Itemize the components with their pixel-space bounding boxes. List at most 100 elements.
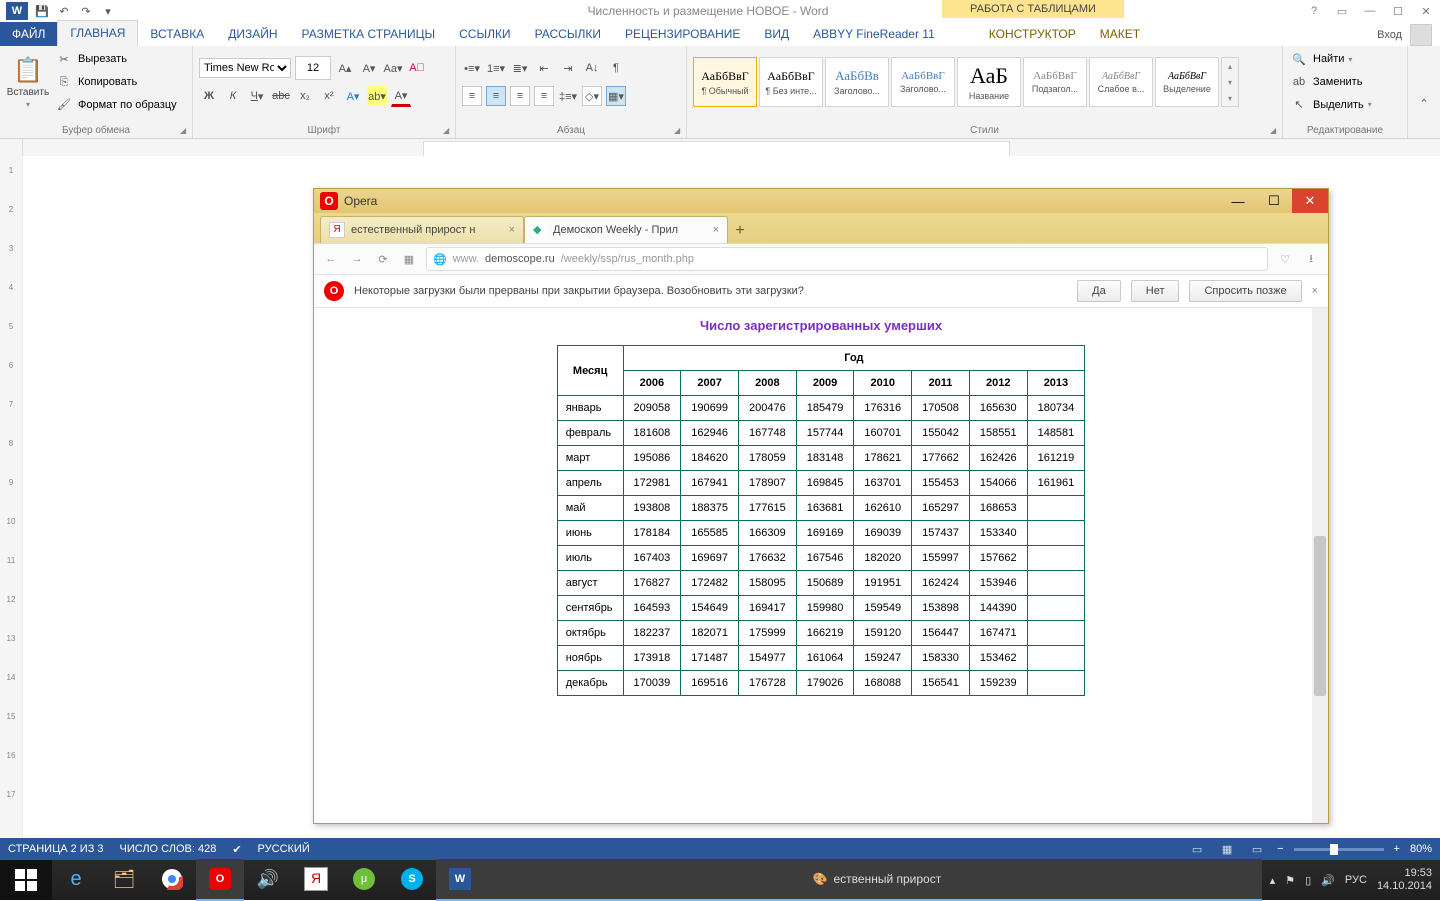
clipboard-launcher-icon[interactable]: ◢: [180, 126, 190, 136]
style-1[interactable]: АаБбВвГ¶ Без инте...: [759, 57, 823, 107]
qat-dropdown-icon[interactable]: ▾: [100, 3, 116, 19]
taskbar-yandex[interactable]: Я: [292, 859, 340, 901]
redo-icon[interactable]: ↷: [78, 3, 94, 19]
select-button[interactable]: ↖Выделить▾: [1289, 94, 1401, 115]
infobar-yes-button[interactable]: Да: [1077, 280, 1121, 302]
signin-label[interactable]: Вход: [1377, 29, 1402, 41]
tab-table-layout[interactable]: МАКЕТ: [1088, 22, 1152, 46]
bookmark-heart-icon[interactable]: ♡: [1276, 253, 1294, 266]
zoom-slider[interactable]: [1294, 848, 1384, 851]
borders-icon[interactable]: ▦▾: [606, 86, 626, 106]
bullets-icon[interactable]: •≡▾: [462, 58, 482, 78]
tray-clock[interactable]: 19:53 14.10.2014: [1377, 867, 1432, 893]
speed-dial-icon[interactable]: ▦: [400, 253, 418, 266]
styles-launcher-icon[interactable]: ◢: [1270, 126, 1280, 136]
taskbar-opera[interactable]: O: [196, 859, 244, 901]
scrollbar-thumb[interactable]: [1314, 536, 1326, 696]
format-painter-button[interactable]: 🖌Формат по образцу: [54, 94, 177, 115]
tab-page-layout[interactable]: РАЗМЕТКА СТРАНИЦЫ: [290, 22, 448, 46]
align-right-icon[interactable]: ≡: [510, 86, 530, 106]
subscript-icon[interactable]: x₂: [295, 86, 315, 106]
font-color-icon[interactable]: A▾: [391, 85, 411, 107]
tab-insert[interactable]: ВСТАВКА: [138, 22, 216, 46]
reload-icon[interactable]: ⟳: [374, 253, 392, 266]
tab-close-icon[interactable]: ×: [509, 224, 515, 236]
tab-close-icon[interactable]: ×: [713, 224, 719, 236]
find-button[interactable]: 🔍Найти▾: [1289, 49, 1401, 70]
style-0[interactable]: АаБбВвГ¶ Обычный: [693, 57, 757, 107]
style-5[interactable]: АаБбВвГПодзагол...: [1023, 57, 1087, 107]
view-read-icon[interactable]: ▭: [1187, 841, 1207, 857]
user-avatar-icon[interactable]: [1410, 24, 1432, 46]
numbering-icon[interactable]: 1≡▾: [486, 58, 506, 78]
tab-mailings[interactable]: РАССЫЛКИ: [523, 22, 613, 46]
forward-icon[interactable]: →: [348, 253, 366, 265]
replace-button[interactable]: abЗаменить: [1289, 72, 1401, 93]
highlight-icon[interactable]: ab▾: [367, 86, 387, 106]
tab-home[interactable]: ГЛАВНАЯ: [57, 20, 138, 46]
strike-icon[interactable]: abc: [271, 86, 291, 106]
taskbar-skype[interactable]: S: [388, 859, 436, 901]
opera-scrollbar[interactable]: [1312, 308, 1328, 823]
start-button[interactable]: [0, 860, 52, 900]
line-spacing-icon[interactable]: ‡≡▾: [558, 86, 578, 106]
taskbar-sound[interactable]: 🔊: [244, 859, 292, 901]
tray-lang[interactable]: РУС: [1345, 874, 1367, 886]
infobar-close-icon[interactable]: ×: [1312, 285, 1318, 297]
taskbar-explorer[interactable]: 🗂: [100, 859, 148, 901]
align-left-icon[interactable]: ≡: [462, 86, 482, 106]
zoom-level[interactable]: 80%: [1410, 843, 1432, 855]
tray-volume-icon[interactable]: 🔊: [1321, 874, 1335, 887]
clear-format-icon[interactable]: A⃠: [407, 58, 427, 78]
infobar-no-button[interactable]: Нет: [1131, 280, 1180, 302]
style-6[interactable]: АаБбВвГСлабое в...: [1089, 57, 1153, 107]
bold-icon[interactable]: Ж: [199, 86, 219, 106]
tab-table-design[interactable]: КОНСТРУКТОР: [977, 22, 1088, 46]
tray-network-icon[interactable]: ▯: [1305, 874, 1311, 887]
address-bar[interactable]: 🌐 www.demoscope.ru/weekly/ssp/rus_month.…: [426, 247, 1268, 271]
new-tab-button[interactable]: +: [728, 219, 752, 243]
help-icon[interactable]: ?: [1300, 1, 1328, 21]
save-icon[interactable]: 💾: [34, 3, 50, 19]
view-print-icon[interactable]: ▦: [1217, 841, 1237, 857]
taskbar-word[interactable]: W: [436, 859, 484, 901]
paste-button[interactable]: 📋 Вставить ▾: [6, 49, 50, 115]
opera-maximize-icon[interactable]: ☐: [1256, 189, 1292, 213]
grow-font-icon[interactable]: A▴: [335, 58, 355, 78]
opera-close-icon[interactable]: ✕: [1292, 189, 1328, 213]
style-3[interactable]: АаБбВвГЗаголово...: [891, 57, 955, 107]
undo-icon[interactable]: ↶: [56, 3, 72, 19]
cut-button[interactable]: ✂Вырезать: [54, 49, 177, 70]
tray-chevron-icon[interactable]: ▴: [1270, 874, 1276, 887]
opera-titlebar[interactable]: O Opera — ☐ ✕: [314, 189, 1328, 213]
justify-icon[interactable]: ≡: [534, 86, 554, 106]
maximize-icon[interactable]: ☐: [1384, 1, 1412, 21]
back-icon[interactable]: ←: [322, 253, 340, 265]
infobar-later-button[interactable]: Спросить позже: [1189, 280, 1301, 302]
text-effects-icon[interactable]: A▾: [343, 86, 363, 106]
browser-tab-2[interactable]: ◆ Демоскоп Weekly - Прил ×: [524, 216, 728, 243]
font-launcher-icon[interactable]: ◢: [443, 126, 453, 136]
style-7[interactable]: АаБбВвГВыделение: [1155, 57, 1219, 107]
taskbar-paint[interactable]: 🎨 ественный прирост: [484, 859, 1262, 901]
shrink-font-icon[interactable]: A▾: [359, 58, 379, 78]
dec-indent-icon[interactable]: ⇤: [534, 58, 554, 78]
inc-indent-icon[interactable]: ⇥: [558, 58, 578, 78]
close-icon[interactable]: ✕: [1412, 1, 1440, 21]
zoom-out-icon[interactable]: −: [1277, 843, 1283, 855]
status-words[interactable]: ЧИСЛО СЛОВ: 428: [120, 843, 217, 855]
font-size-input[interactable]: [295, 56, 331, 80]
tab-review[interactable]: РЕЦЕНЗИРОВАНИЕ: [613, 22, 752, 46]
view-web-icon[interactable]: ▭: [1247, 841, 1267, 857]
collapse-ribbon-icon[interactable]: ⌃: [1414, 93, 1434, 113]
superscript-icon[interactable]: x²: [319, 86, 339, 106]
downloads-icon[interactable]: ⭳: [1302, 250, 1320, 269]
change-case-icon[interactable]: Aa▾: [383, 58, 403, 78]
tab-view[interactable]: ВИД: [752, 22, 801, 46]
align-center-icon[interactable]: ≡: [486, 86, 506, 106]
tab-references[interactable]: ССЫЛКИ: [447, 22, 522, 46]
style-4[interactable]: АаБНазвание: [957, 57, 1021, 107]
sort-icon[interactable]: A↓: [582, 58, 602, 78]
status-proofing-icon[interactable]: ✔: [232, 843, 241, 856]
styles-more-icon[interactable]: ▴▾▾: [1221, 57, 1239, 107]
